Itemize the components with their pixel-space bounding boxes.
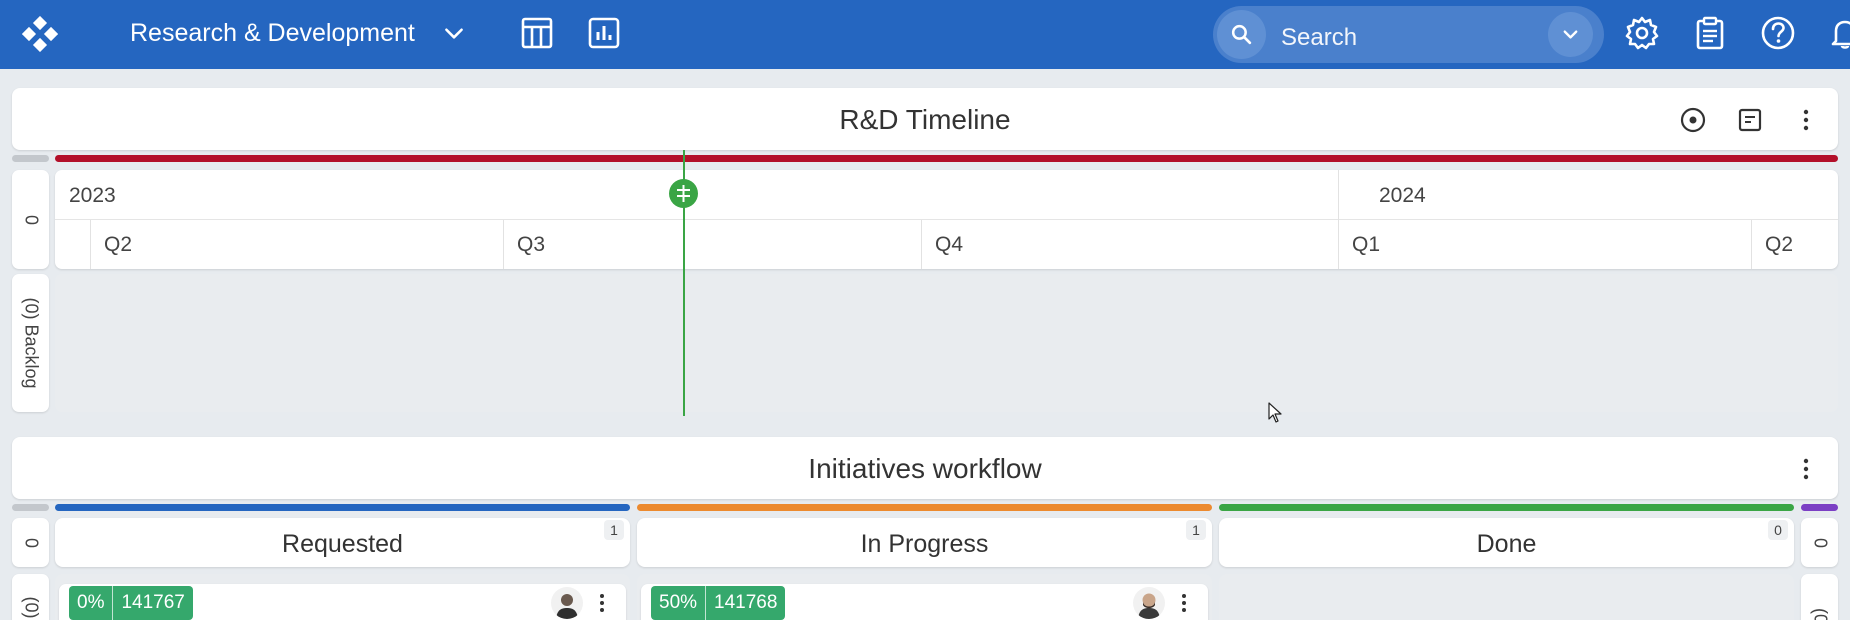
done-color-strip [1219,504,1794,511]
target-icon[interactable] [1678,105,1708,135]
scale-divider [55,219,1838,220]
quarter-divider [921,220,922,269]
quarter-label: Q4 [935,233,964,256]
help-icon[interactable] [1759,14,1797,52]
in-progress-color-strip [637,504,1212,511]
card-badge: 50% 141768 [651,586,786,620]
search-input[interactable]: Search [1281,24,1357,52]
initiative-card[interactable]: 0% 141767 [59,584,626,620]
extra-column-header[interactable]: 0 [1801,518,1838,567]
today-marker[interactable] [669,179,698,208]
card-progress: 0% [69,586,113,620]
column-title: Requested [282,530,403,558]
card-id: 141767 [112,586,193,620]
top-navigation-bar: Research & Development Search [0,0,1850,69]
card-more-icon[interactable] [589,590,615,616]
lane-count-label: 0 [21,537,41,548]
quarter-divider [90,220,91,269]
column-title: In Progress [860,530,989,558]
timeline-left-strip [12,155,49,162]
year-divider [1338,170,1339,269]
today-marker-icon [677,185,690,202]
workspace-selector[interactable]: Research & Development [130,19,415,48]
user-avatar-icon [556,594,578,619]
column-count-badge: 0 [1768,520,1788,540]
settings-icon[interactable] [1623,14,1661,52]
quarter-divider [1751,220,1752,269]
extra-column-label: (0 [1810,607,1830,620]
timeline-color-strip [55,155,1838,162]
card-id: 141768 [705,586,786,620]
note-icon[interactable] [1735,105,1765,135]
chart-icon[interactable] [585,14,623,52]
mouse-cursor-icon [1268,402,1282,423]
initiative-card[interactable]: 50% 141768 [641,584,1208,620]
more-options-icon[interactable] [1791,105,1821,135]
year-label-2023: 2023 [69,184,116,207]
quarter-label: Q2 [104,233,133,256]
card-badge: 0% 141767 [69,586,193,620]
workflow-left-strip [12,504,49,511]
quarter-label: Q1 [1352,233,1381,256]
chevron-down-icon [1563,30,1578,39]
workflow-lane-header: 0 [12,518,49,567]
clipboard-icon[interactable] [1691,14,1729,52]
backlog-lane-header[interactable]: (0) Backlog [12,274,49,412]
column-title: Done [1476,530,1537,558]
timeline-scale: 2023 2024 Q2 Q3 Q4 Q1 Q2 [55,170,1838,269]
timeline-title: R&D Timeline [839,104,1011,135]
timeline-panel-header: R&D Timeline [12,88,1838,150]
chevron-down-icon[interactable] [441,20,467,46]
workflow-title: Initiatives workflow [808,453,1042,484]
card-more-icon[interactable] [1171,590,1197,616]
avatar[interactable] [1133,587,1165,619]
search-button[interactable] [1217,10,1266,59]
user-avatar-icon [1138,593,1160,619]
column-count-badge: 1 [1186,520,1206,540]
backlog-lane-label: (0) Backlog [21,297,41,389]
column-header-in-progress[interactable]: In Progress 1 [637,518,1212,567]
table-icon[interactable] [518,14,556,52]
extra-column-color-strip [1801,504,1838,511]
column-header-requested[interactable]: Requested 1 [55,518,630,567]
search-icon [1231,24,1252,45]
column-header-done[interactable]: Done 0 [1219,518,1794,567]
more-options-icon[interactable] [1791,454,1821,484]
avatar[interactable] [551,587,583,619]
workflow-lane-label: (0) B [21,596,41,620]
card-progress: 50% [651,586,706,620]
quarter-label: Q3 [517,233,546,256]
column-count-badge: 1 [604,520,624,540]
backlog-lane[interactable] [55,274,1838,412]
extra-column-tab[interactable]: (0 [1801,574,1838,620]
logo-icon[interactable] [22,16,58,52]
column-body-done[interactable] [1219,574,1794,620]
requested-color-strip [55,504,630,511]
quarter-divider [503,220,504,269]
bell-icon[interactable] [1826,14,1850,52]
lane-count-label: 0 [21,214,41,225]
search-box[interactable]: Search [1213,6,1604,63]
year-label-2024: 2024 [1379,184,1426,207]
extra-column-count: 0 [1810,537,1830,548]
workflow-panel-header: Initiatives workflow [12,437,1838,499]
workflow-lane-tab[interactable]: (0) B [12,574,49,620]
quarter-label: Q2 [1765,233,1794,256]
timeline-lane-header: 0 [12,170,49,269]
search-options-button[interactable] [1548,12,1593,57]
